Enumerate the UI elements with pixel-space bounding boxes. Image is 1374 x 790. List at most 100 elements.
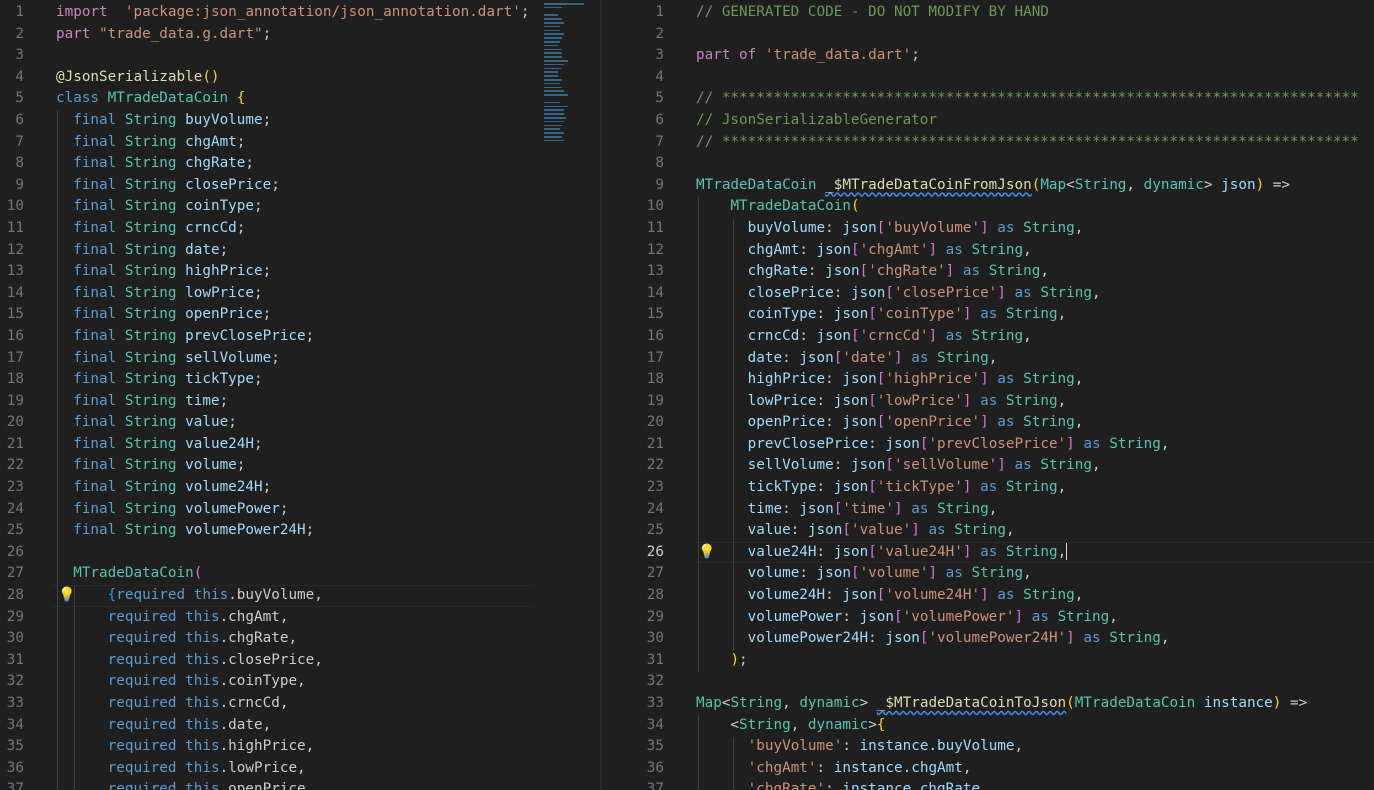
code-line[interactable]: 8 final String chgRate;	[0, 153, 600, 175]
code-line[interactable]: 20 openPrice: json['openPrice'] as Strin…	[602, 412, 1374, 434]
code-token: .chgAmt,	[219, 608, 289, 625]
code-line[interactable]: 28 💡 {required this.buyVolume,	[0, 585, 600, 607]
code-line[interactable]: 2 part "trade_data.g.dart";	[0, 24, 600, 46]
code-line[interactable]: 37 required this.openPrice,	[0, 779, 600, 790]
code-line[interactable]: 26	[0, 542, 600, 564]
code-line[interactable]: 3	[0, 45, 600, 67]
code-line[interactable]: 23 final String volume24H;	[0, 477, 600, 499]
code-line[interactable]: 30 required this.chgRate,	[0, 628, 600, 650]
code-token: ]	[980, 219, 989, 236]
code-line[interactable]: 32 required this.coinType,	[0, 671, 600, 693]
code-line[interactable]: 34 required this.date,	[0, 715, 600, 737]
code-line[interactable]: 16 crncCd: json['crncCd'] as String,	[602, 326, 1374, 348]
code-line[interactable]: 26 💡 value24H: json['value24H'] as String…	[602, 541, 1374, 564]
code-token: 'volume24H'	[885, 587, 981, 604]
code-line[interactable]: 33 Map<String, dynamic> _$MTradeDataCoinT…	[602, 693, 1374, 715]
code-line[interactable]: 19 lowPrice: json['lowPrice'] as String,	[602, 391, 1374, 413]
code-token: this	[185, 738, 220, 755]
code-line[interactable]: 32	[602, 671, 1374, 693]
code-line[interactable]: 36 required this.lowPrice,	[0, 758, 600, 780]
code-line[interactable]: 34 <String, dynamic>{	[602, 715, 1374, 737]
code-line[interactable]: 22 sellVolume: json['sellVolume'] as Str…	[602, 455, 1374, 477]
code-line[interactable]: 29 required this.chgAmt,	[0, 607, 600, 629]
code-line[interactable]: 21 final String value24H;	[0, 434, 600, 456]
code-line[interactable]: 13 chgRate: json['chgRate'] as String,	[602, 261, 1374, 283]
code-line[interactable]: 11 buyVolume: json['buyVolume'] as Strin…	[602, 218, 1374, 240]
code-line[interactable]: 5 class MTradeDataCoin {	[0, 88, 600, 110]
code-line[interactable]: 14 final String lowPrice;	[0, 283, 600, 305]
code-line[interactable]: 25 final String volumePower24H;	[0, 520, 600, 542]
code-line[interactable]: 27 volume: json['volume'] as String,	[602, 563, 1374, 585]
code-token: buyVolume	[185, 111, 263, 128]
code-line[interactable]: 10 final String coinType;	[0, 196, 600, 218]
code-line[interactable]: 23 tickType: json['tickType'] as String,	[602, 477, 1374, 499]
code-token: ;	[279, 500, 289, 517]
code-line[interactable]: 6 // JsonSerializableGenerator	[602, 110, 1374, 132]
code-line[interactable]: 15 coinType: json['coinType'] as String,	[602, 304, 1374, 326]
code-line[interactable]: 1 import 'package:json_annotation/json_an…	[0, 2, 600, 24]
code-line[interactable]: 12 chgAmt: json['chgAmt'] as String,	[602, 240, 1374, 262]
code-line[interactable]: 13 final String highPrice;	[0, 261, 600, 283]
line-number: 21	[646, 435, 664, 452]
left-editor[interactable]: 1 import 'package:json_annotation/json_an…	[0, 0, 600, 790]
right-editor-lines[interactable]: 1 // GENERATED CODE - DO NOT MODIFY BY HA…	[602, 2, 1374, 790]
code-line[interactable]: 29 volumePower: json['volumePower'] as S…	[602, 607, 1374, 629]
code-line[interactable]: 3 part of 'trade_data.dart';	[602, 45, 1374, 67]
code-line[interactable]: 36 'chgAmt': instance.chgAmt,	[602, 758, 1374, 780]
code-line[interactable]: 22 final String volume;	[0, 455, 600, 477]
code-line[interactable]: 5 // ************************************…	[602, 88, 1374, 110]
code-line[interactable]: 9 final String closePrice;	[0, 175, 600, 197]
code-token: required	[116, 587, 186, 604]
code-line[interactable]: 25 value: json['value'] as String,	[602, 520, 1374, 542]
code-line[interactable]: 11 final String crncCd;	[0, 218, 600, 240]
code-line[interactable]: 24 time: json['time'] as String,	[602, 499, 1374, 521]
code-line[interactable]: 35 'buyVolume': instance.buyVolume,	[602, 736, 1374, 758]
code-line[interactable]: 14 closePrice: json['closePrice'] as Str…	[602, 283, 1374, 305]
code-line[interactable]: 16 final String prevClosePrice;	[0, 326, 600, 348]
code-line[interactable]: 21 prevClosePrice: json['prevClosePrice'…	[602, 434, 1374, 456]
code-line[interactable]: 9 MTradeDataCoin _$MTradeDataCoinFromJson…	[602, 175, 1374, 197]
code-line[interactable]: 2	[602, 24, 1374, 46]
code-line[interactable]: 4	[602, 67, 1374, 89]
code-line[interactable]: 33 required this.crncCd,	[0, 693, 600, 715]
code-line[interactable]: 20 final String value;	[0, 412, 600, 434]
code-line[interactable]: 27 MTradeDataCoin(	[0, 563, 600, 585]
code-text: final String highPrice;	[56, 261, 271, 283]
code-line[interactable]: 7 final String chgAmt;	[0, 132, 600, 154]
code-line[interactable]: 15 final String openPrice;	[0, 304, 600, 326]
code-line[interactable]: 19 final String time;	[0, 391, 600, 413]
code-line[interactable]: 31 required this.closePrice,	[0, 650, 600, 672]
code-line[interactable]: 24 final String volumePower;	[0, 499, 600, 521]
code-line[interactable]: 17 date: json['date'] as String,	[602, 348, 1374, 370]
code-line[interactable]: 7 // ************************************…	[602, 132, 1374, 154]
code-line[interactable]: 10 MTradeDataCoin(	[602, 196, 1374, 218]
code-line[interactable]: 18 highPrice: json['highPrice'] as Strin…	[602, 369, 1374, 391]
code-token: (	[850, 198, 860, 215]
code-token: 'buyVolume'	[885, 219, 981, 236]
minimap[interactable]	[540, 0, 600, 150]
code-line[interactable]: 30 volumePower24H: json['volumePower24H'…	[602, 628, 1374, 650]
code-text: 'chgRate': instance.chgRate,	[696, 779, 989, 790]
code-line[interactable]: 18 final String tickType;	[0, 369, 600, 391]
line-number: 37	[646, 781, 664, 790]
code-line[interactable]: 6 final String buyVolume;	[0, 110, 600, 132]
code-line[interactable]: 28 volume24H: json['volume24H'] as Strin…	[602, 585, 1374, 607]
code-line[interactable]: 31 );	[602, 650, 1374, 672]
code-line[interactable]: 8	[602, 153, 1374, 175]
code-line[interactable]: 17 final String sellVolume;	[0, 348, 600, 370]
line-number: 35	[646, 738, 664, 755]
code-line[interactable]: 4 @JsonSerializable()	[0, 67, 600, 89]
code-line[interactable]: 37 'chgRate': instance.chgRate,	[602, 779, 1374, 790]
code-line[interactable]: 35 required this.highPrice,	[0, 736, 600, 758]
code-token: .	[902, 759, 912, 776]
code-line[interactable]: 1 // GENERATED CODE - DO NOT MODIFY BY HA…	[602, 2, 1374, 24]
left-editor-lines[interactable]: 1 import 'package:json_annotation/json_an…	[0, 2, 600, 790]
right-editor[interactable]: 1 // GENERATED CODE - DO NOT MODIFY BY HA…	[602, 0, 1374, 790]
code-line[interactable]: 12 final String date;	[0, 240, 600, 262]
